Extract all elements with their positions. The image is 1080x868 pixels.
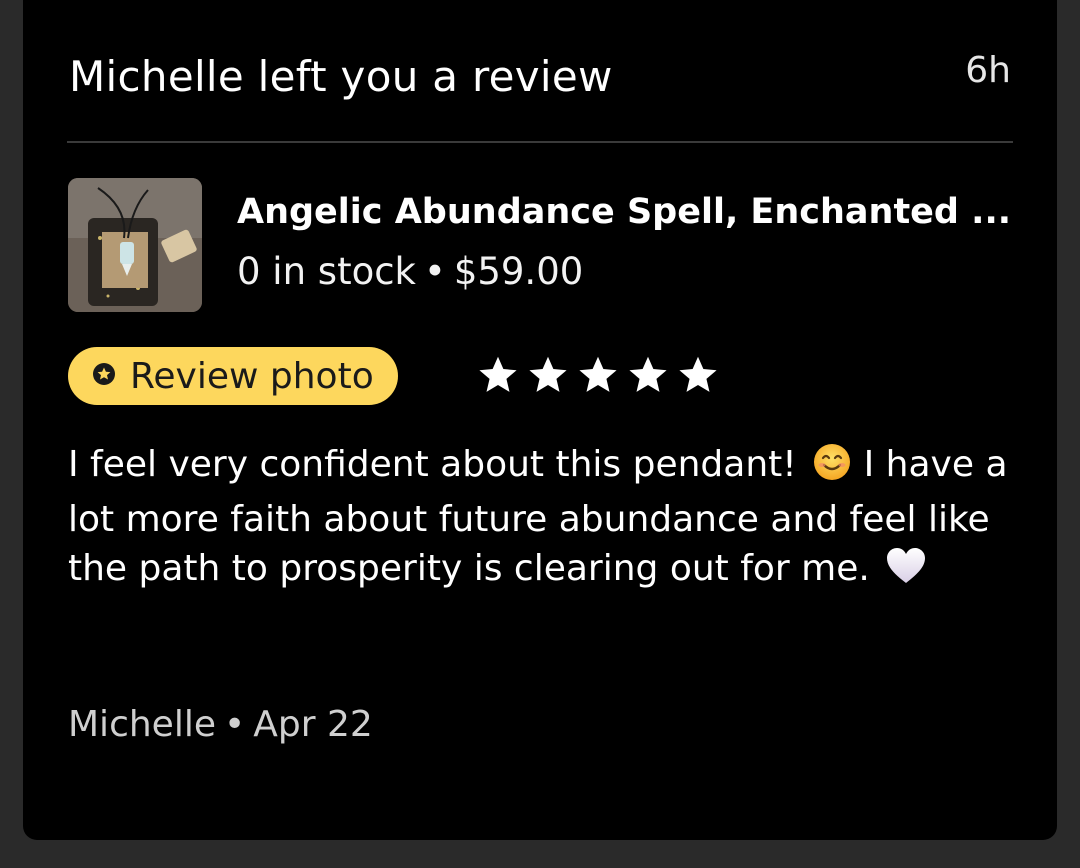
star-icon [629, 356, 667, 392]
notification-title: Michelle left you a review [69, 52, 613, 101]
meta-separator: • [423, 250, 446, 293]
review-footer: Michelle • Apr 22 [68, 704, 373, 745]
review-text: I feel very confident about this pendant… [68, 440, 1018, 599]
review-photo-label: Review photo [130, 355, 374, 397]
white-heart-emoji-icon [885, 546, 927, 599]
star-icon [479, 356, 517, 392]
product-title-link[interactable]: Angelic Abundance Spell, Enchanted ... [237, 192, 1017, 232]
review-photo-button[interactable]: Review photo [68, 347, 398, 405]
star-icon [579, 356, 617, 392]
review-notification-card[interactable]: Michelle left you a review 6h Angelic Ab… [23, 0, 1057, 840]
product-meta: 0 in stock • $59.00 [237, 250, 583, 293]
reviewer-name: Michelle [68, 704, 216, 745]
smiling-face-emoji-icon [812, 442, 852, 495]
review-date: Apr 22 [253, 704, 373, 745]
product-stock: 0 in stock [237, 250, 416, 293]
header-divider [67, 141, 1013, 143]
product-photo-thumbnail [68, 178, 202, 312]
review-text-part1: I feel very confident about this pendant… [68, 444, 797, 485]
star-icon [679, 356, 717, 392]
star-rating [475, 352, 721, 398]
star-badge-icon [92, 362, 116, 390]
product-thumbnail[interactable] [68, 178, 202, 312]
footer-separator: • [223, 704, 246, 745]
notification-timestamp: 6h [965, 50, 1011, 91]
product-price: $59.00 [453, 250, 584, 293]
star-icon [529, 356, 567, 392]
